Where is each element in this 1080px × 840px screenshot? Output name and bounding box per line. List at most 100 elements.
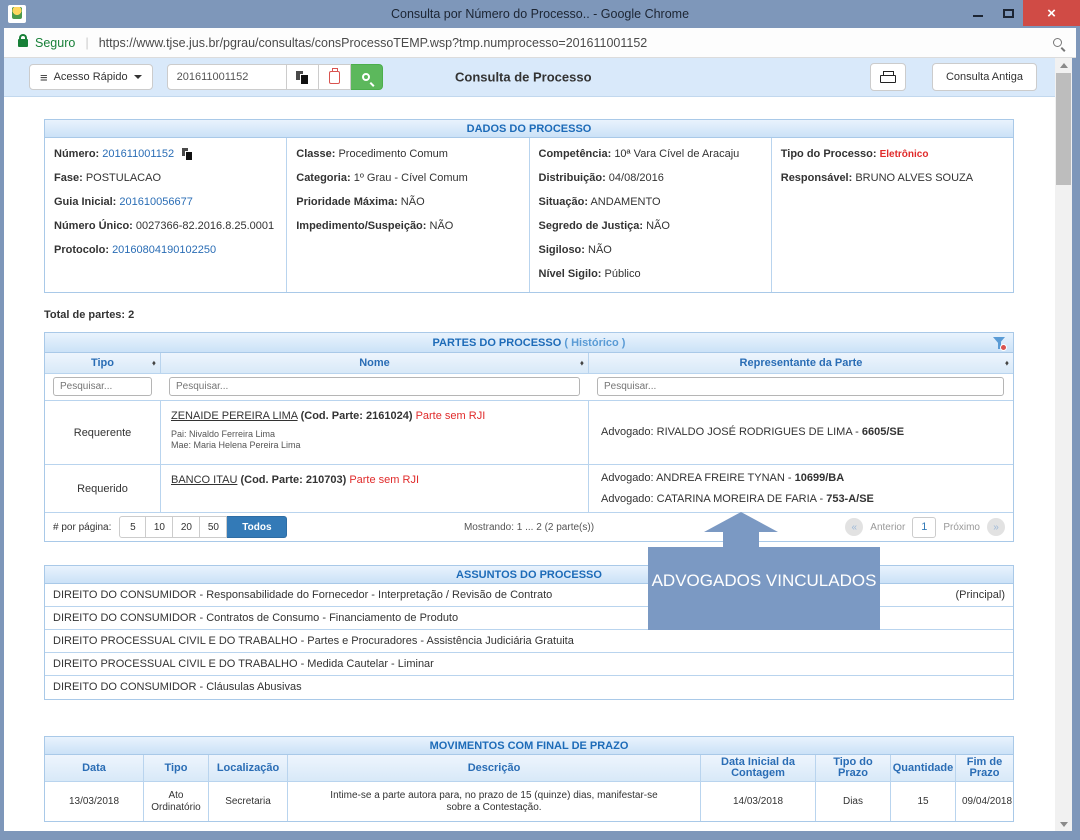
- cell-quantidade: 15: [891, 782, 956, 821]
- previous-page-icon[interactable]: «: [845, 518, 863, 536]
- filter-icon[interactable]: [992, 336, 1006, 350]
- movimentos-header: MOVIMENTOS COM FINAL DE PRAZO: [45, 737, 1013, 755]
- advogado-line: Advogado: RIVALDO JOSÉ RODRIGUES DE LIMA…: [601, 426, 1001, 439]
- current-page[interactable]: 1: [912, 517, 936, 538]
- field-distribuicao: Distribuição: 04/08/2016: [539, 172, 765, 185]
- close-button[interactable]: ×: [1023, 0, 1080, 26]
- callout-text: ADVOGADOS VINCULADOS: [652, 571, 877, 630]
- filter-representante-input[interactable]: [597, 377, 1004, 396]
- partes-filter-row: [45, 374, 1013, 401]
- cell-data: 13/03/2018: [45, 782, 144, 821]
- cell-localizacao: Secretaria: [209, 782, 288, 821]
- zoom-search-icon[interactable]: [1053, 38, 1062, 47]
- total-partes: Total de partes: 2: [44, 309, 1055, 321]
- col-header-representante[interactable]: Representante da Parte ♦: [589, 353, 1013, 373]
- field-protocolo: Protocolo: 20160804190102250: [54, 244, 280, 257]
- historico-link[interactable]: ( Histórico ): [564, 337, 625, 349]
- callout-arrow-stem: [723, 532, 759, 548]
- parte-representante-cell: Advogado: ANDREA FREIRE TYNAN - 10699/BA…: [589, 465, 1013, 512]
- next-page-icon[interactable]: »: [987, 518, 1005, 536]
- col-header-tipo[interactable]: Tipo ♦: [45, 353, 161, 373]
- dados-col-2: Classe: Procedimento Comum Categoria: 1º…: [287, 138, 529, 292]
- field-fase: Fase: POSTULACAO: [54, 172, 280, 185]
- list-item: DIREITO PROCESSUAL CIVIL E DO TRABALHO -…: [45, 653, 1013, 676]
- arrow-down-icon: [1060, 822, 1068, 827]
- secure-label[interactable]: Seguro: [35, 36, 75, 50]
- field-competencia: Competência: 10ª Vara Cível de Aracaju: [539, 148, 765, 161]
- cell-descricao: Intime-se a parte autora para, no prazo …: [288, 782, 701, 821]
- cell-data-inicial: 14/03/2018: [701, 782, 816, 821]
- copy-number-button[interactable]: [287, 64, 319, 90]
- field-categoria: Categoria: 1º Grau - Cível Comum: [296, 172, 522, 185]
- col-header-fim-prazo: Fim de Prazo: [956, 755, 1013, 781]
- filter-tipo-input[interactable]: [53, 377, 152, 396]
- url-text[interactable]: https://www.tjse.jus.br/pgrau/consultas/…: [99, 36, 648, 50]
- tipo-processo-value: Eletrônico: [880, 149, 929, 160]
- url-separator: |: [85, 35, 88, 50]
- col-header-tipo: Tipo: [144, 755, 209, 781]
- party-link[interactable]: ZENAIDE PEREIRA LIMA: [171, 410, 298, 422]
- parte-tipo: Requerente: [45, 401, 161, 464]
- guia-link[interactable]: 201610056677: [119, 196, 192, 208]
- col-header-tipo-prazo: Tipo do Prazo: [816, 755, 891, 781]
- cell-fim-prazo: 09/04/2018: [956, 782, 1018, 821]
- consulta-antiga-button[interactable]: Consulta Antiga: [932, 63, 1037, 91]
- anterior-label[interactable]: Anterior: [870, 522, 905, 533]
- partes-panel: PARTES DO PROCESSO ( Histórico ) Tipo ♦ …: [44, 332, 1014, 542]
- list-item: DIREITO DO CONSUMIDOR - Cláusulas Abusiv…: [45, 676, 1013, 699]
- menu-icon: ≡: [40, 70, 48, 85]
- partes-header: PARTES DO PROCESSO ( Histórico ): [45, 333, 1013, 353]
- sort-icon[interactable]: ♦: [580, 359, 584, 368]
- app-toolbar: ≡ Acesso Rápido Consulta de Processo Con…: [4, 58, 1055, 97]
- sort-icon[interactable]: ♦: [1005, 359, 1009, 368]
- scrollbar-thumb[interactable]: [1056, 73, 1071, 185]
- parte-sem-rji: Parte sem RJI: [349, 474, 419, 486]
- dados-col-4: Tipo do Processo: Eletrônico Responsável…: [772, 138, 1013, 292]
- dados-col-3: Competência: 10ª Vara Cível de Aracaju D…: [530, 138, 772, 292]
- partes-column-headers: Tipo ♦ Nome ♦ Representante da Parte ♦: [45, 353, 1013, 374]
- copy-icon: [296, 71, 309, 84]
- field-numero-unico: Número Único: 0027366-82.2016.8.25.0001: [54, 220, 280, 233]
- col-header-data-inicial: Data Inicial da Contagem: [701, 755, 816, 781]
- field-impedimento: Impedimento/Suspeição: NÃO: [296, 220, 522, 233]
- maximize-button[interactable]: [993, 0, 1023, 26]
- list-item: DIREITO PROCESSUAL CIVIL E DO TRABALHO -…: [45, 630, 1013, 653]
- chevron-down-icon: [134, 75, 142, 79]
- protocolo-link[interactable]: 20160804190102250: [112, 244, 216, 256]
- arrow-up-icon: [1060, 63, 1068, 68]
- party-link[interactable]: BANCO ITAU: [171, 474, 237, 486]
- numero-link[interactable]: 201611001152: [102, 148, 174, 160]
- col-header-nome[interactable]: Nome ♦: [161, 353, 589, 373]
- quick-access-label: Acesso Rápido: [54, 71, 128, 83]
- window-controls: ×: [963, 0, 1080, 28]
- pager-controls: « Anterior 1 Próximo »: [845, 517, 1005, 538]
- proximo-label[interactable]: Próximo: [943, 522, 980, 533]
- vertical-scrollbar[interactable]: [1055, 58, 1072, 831]
- copy-icon[interactable]: [182, 148, 193, 159]
- filter-nome-input[interactable]: [169, 377, 580, 396]
- page: ≡ Acesso Rápido Consulta de Processo Con…: [4, 58, 1055, 831]
- cell-tipo: Ato Ordinatório: [144, 782, 209, 821]
- sort-icon[interactable]: ♦: [152, 359, 156, 368]
- lock-icon[interactable]: [18, 39, 28, 47]
- principal-tag: (Principal): [955, 584, 1005, 606]
- print-button[interactable]: [870, 63, 906, 91]
- scroll-down-button[interactable]: [1055, 817, 1072, 831]
- tjse-favicon: [8, 5, 26, 23]
- col-header-localizacao: Localização: [209, 755, 288, 781]
- scroll-up-button[interactable]: [1055, 58, 1072, 72]
- table-row: Requerido BANCO ITAU (Cod. Parte: 210703…: [45, 465, 1013, 513]
- quick-access-button[interactable]: ≡ Acesso Rápido: [29, 64, 153, 90]
- field-sigiloso: Sigiloso: NÃO: [539, 244, 765, 257]
- field-prioridade: Prioridade Máxima: NÃO: [296, 196, 522, 209]
- process-number-input[interactable]: [167, 64, 287, 90]
- parte-sem-rji: Parte sem RJI: [416, 410, 486, 422]
- minimize-button[interactable]: [963, 0, 993, 26]
- page-title: Consulta de Processo: [455, 70, 592, 85]
- field-classe: Classe: Procedimento Comum: [296, 148, 522, 161]
- clear-button[interactable]: [319, 64, 351, 90]
- cell-tipo-prazo: Dias: [816, 782, 891, 821]
- col-header-descricao: Descrição: [288, 755, 701, 781]
- search-button[interactable]: [351, 64, 383, 90]
- address-bar[interactable]: Seguro | https://www.tjse.jus.br/pgrau/c…: [4, 28, 1076, 58]
